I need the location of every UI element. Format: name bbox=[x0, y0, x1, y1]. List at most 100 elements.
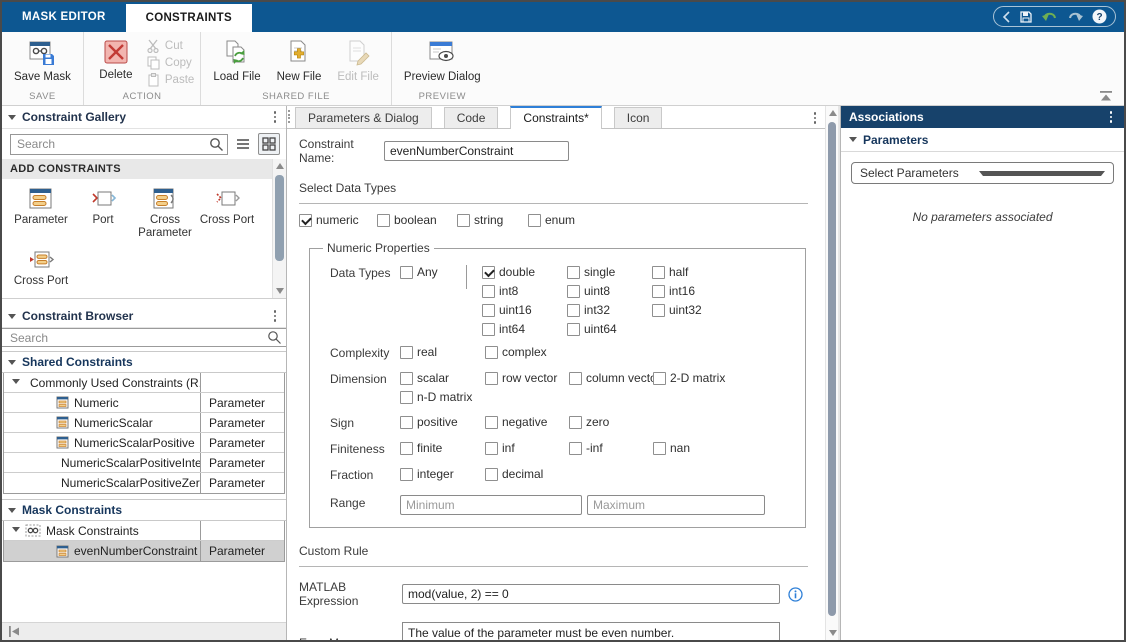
checkbox-int16[interactable]: int16 bbox=[652, 284, 702, 298]
editor-tabs-menu-icon[interactable] bbox=[810, 110, 821, 126]
grid-view-button[interactable] bbox=[258, 133, 280, 155]
range-maximum-input[interactable] bbox=[587, 495, 765, 515]
checkbox-box[interactable] bbox=[567, 304, 580, 317]
checkbox-box[interactable] bbox=[652, 266, 665, 279]
checkbox-int8[interactable]: int8 bbox=[482, 284, 567, 298]
checkbox-box[interactable] bbox=[485, 468, 498, 481]
scroll-up-icon[interactable] bbox=[276, 163, 284, 169]
checkbox-box[interactable] bbox=[482, 285, 495, 298]
panel-grip-icon[interactable] bbox=[288, 110, 290, 123]
chevron-left-icon[interactable] bbox=[1002, 11, 1010, 23]
tab-parameters-dialog[interactable]: Parameters & Dialog bbox=[295, 107, 432, 128]
gallery-item-parameter[interactable]: Parameter bbox=[10, 187, 72, 240]
checkbox-box[interactable] bbox=[485, 346, 498, 359]
undo-icon[interactable] bbox=[1042, 10, 1058, 24]
constraint-name-input[interactable] bbox=[384, 141, 569, 161]
select-parameters-dropdown[interactable]: Select Parameters bbox=[851, 162, 1114, 184]
tree-row-NumericScalarPositiveZero[interactable]: NumericScalarPositiveZeroParameter bbox=[4, 473, 284, 493]
checkbox-inf[interactable]: inf bbox=[485, 441, 569, 455]
main-scrollbar-thumb[interactable] bbox=[828, 122, 836, 616]
checkbox-box[interactable] bbox=[485, 442, 498, 455]
checkbox-box[interactable] bbox=[653, 372, 666, 385]
tab-constraints-editor[interactable]: Constraints* bbox=[510, 106, 601, 129]
main-scrollbar[interactable] bbox=[825, 106, 838, 640]
gallery-item-cross-parameter[interactable]: Cross Parameter bbox=[134, 187, 196, 240]
tree-row-evenNumberConstraint[interactable]: evenNumberConstraintParameter bbox=[4, 541, 284, 561]
gallery-search-input[interactable] bbox=[10, 134, 228, 155]
save-icon[interactable] bbox=[1019, 10, 1033, 24]
checkbox-box[interactable] bbox=[482, 323, 495, 336]
error-message-textarea[interactable] bbox=[402, 622, 780, 640]
checkbox-box[interactable] bbox=[400, 346, 413, 359]
checkbox-box[interactable] bbox=[485, 416, 498, 429]
cut-button[interactable]: Cut bbox=[146, 39, 194, 53]
checkbox-double[interactable]: double bbox=[482, 265, 567, 279]
checkbox-scalar[interactable]: scalar bbox=[400, 371, 485, 385]
scroll-down-icon[interactable] bbox=[829, 630, 837, 636]
checkbox-box[interactable] bbox=[400, 468, 413, 481]
checkbox-box[interactable] bbox=[569, 442, 582, 455]
checkbox-box[interactable] bbox=[652, 285, 665, 298]
mask-constraints-bar[interactable]: Mask Constraints bbox=[2, 499, 286, 521]
checkbox-box[interactable] bbox=[377, 214, 390, 227]
info-icon[interactable] bbox=[788, 587, 803, 602]
preview-dialog-button[interactable]: Preview Dialog bbox=[398, 36, 487, 83]
new-file-button[interactable]: New File bbox=[271, 36, 328, 83]
checkbox-string[interactable]: string bbox=[457, 213, 528, 227]
checkbox-box[interactable] bbox=[482, 304, 495, 317]
checkbox-uint8[interactable]: uint8 bbox=[567, 284, 652, 298]
checkbox--inf[interactable]: -inf bbox=[569, 441, 653, 455]
tree-row-NumericScalarPositive[interactable]: NumericScalarPositiveParameter bbox=[4, 433, 284, 453]
gallery-item-cross-port[interactable]: Cross Port bbox=[196, 187, 258, 240]
checkbox-positive[interactable]: positive bbox=[400, 415, 485, 429]
gallery-item-cross-port-2[interactable]: Cross Port bbox=[10, 248, 72, 288]
associations-menu-icon[interactable] bbox=[1106, 109, 1117, 125]
paste-button[interactable]: Paste bbox=[146, 73, 194, 87]
collapse-panel-icon[interactable] bbox=[8, 626, 20, 637]
tab-icon[interactable]: Icon bbox=[614, 107, 663, 128]
tree-group-commonly-used[interactable]: Commonly Used Constraints (R... bbox=[4, 373, 284, 393]
browser-search-input[interactable] bbox=[2, 328, 286, 347]
checkbox-box[interactable] bbox=[400, 442, 413, 455]
tree-group-mask-constraints[interactable]: Mask Constraints bbox=[4, 521, 284, 541]
checkbox-nan[interactable]: nan bbox=[653, 441, 795, 455]
collapse-arrow-icon[interactable] bbox=[8, 314, 16, 323]
checkbox-complex[interactable]: complex bbox=[485, 345, 569, 359]
checkbox-box[interactable] bbox=[485, 372, 498, 385]
tab-code[interactable]: Code bbox=[444, 107, 499, 128]
collapse-arrow-icon[interactable] bbox=[12, 379, 20, 388]
checkbox-finite[interactable]: finite bbox=[400, 441, 485, 455]
save-mask-button[interactable]: Save Mask bbox=[8, 36, 77, 83]
checkbox-single[interactable]: single bbox=[567, 265, 652, 279]
checkbox-box[interactable] bbox=[400, 372, 413, 385]
load-file-button[interactable]: Load File bbox=[207, 36, 266, 83]
collapse-arrow-icon[interactable] bbox=[12, 527, 20, 536]
checkbox-half[interactable]: half bbox=[652, 265, 702, 279]
checkbox-decimal[interactable]: decimal bbox=[485, 467, 569, 481]
tree-row-NumericScalar[interactable]: NumericScalarParameter bbox=[4, 413, 284, 433]
gallery-menu-icon[interactable] bbox=[270, 109, 281, 125]
checkbox-box[interactable] bbox=[567, 285, 580, 298]
parameters-section-bar[interactable]: Parameters bbox=[841, 128, 1124, 152]
checkbox-boolean[interactable]: boolean bbox=[377, 213, 457, 227]
browser-menu-icon[interactable] bbox=[270, 308, 281, 324]
gallery-item-port[interactable]: Port bbox=[72, 187, 134, 240]
checkbox-int64[interactable]: int64 bbox=[482, 322, 567, 336]
checkbox-uint32[interactable]: uint32 bbox=[652, 303, 702, 317]
checkbox-box[interactable] bbox=[652, 304, 665, 317]
checkbox-any[interactable]: Any bbox=[400, 265, 462, 279]
collapse-ribbon-icon[interactable] bbox=[1098, 91, 1114, 102]
checkbox-numeric[interactable]: numeric bbox=[299, 213, 377, 227]
shared-constraints-bar[interactable]: Shared Constraints bbox=[2, 351, 286, 373]
checkbox-box[interactable] bbox=[653, 442, 666, 455]
scroll-up-icon[interactable] bbox=[829, 110, 837, 116]
checkbox-box[interactable] bbox=[400, 391, 413, 404]
checkbox-column-vector[interactable]: column vector bbox=[569, 371, 653, 385]
checkbox-box[interactable] bbox=[569, 372, 582, 385]
checkbox-box[interactable] bbox=[299, 214, 312, 227]
checkbox-row-vector[interactable]: row vector bbox=[485, 371, 569, 385]
help-icon[interactable]: ? bbox=[1092, 9, 1107, 24]
checkbox-box[interactable] bbox=[400, 416, 413, 429]
list-view-button[interactable] bbox=[232, 133, 254, 155]
checkbox-box[interactable] bbox=[567, 266, 580, 279]
